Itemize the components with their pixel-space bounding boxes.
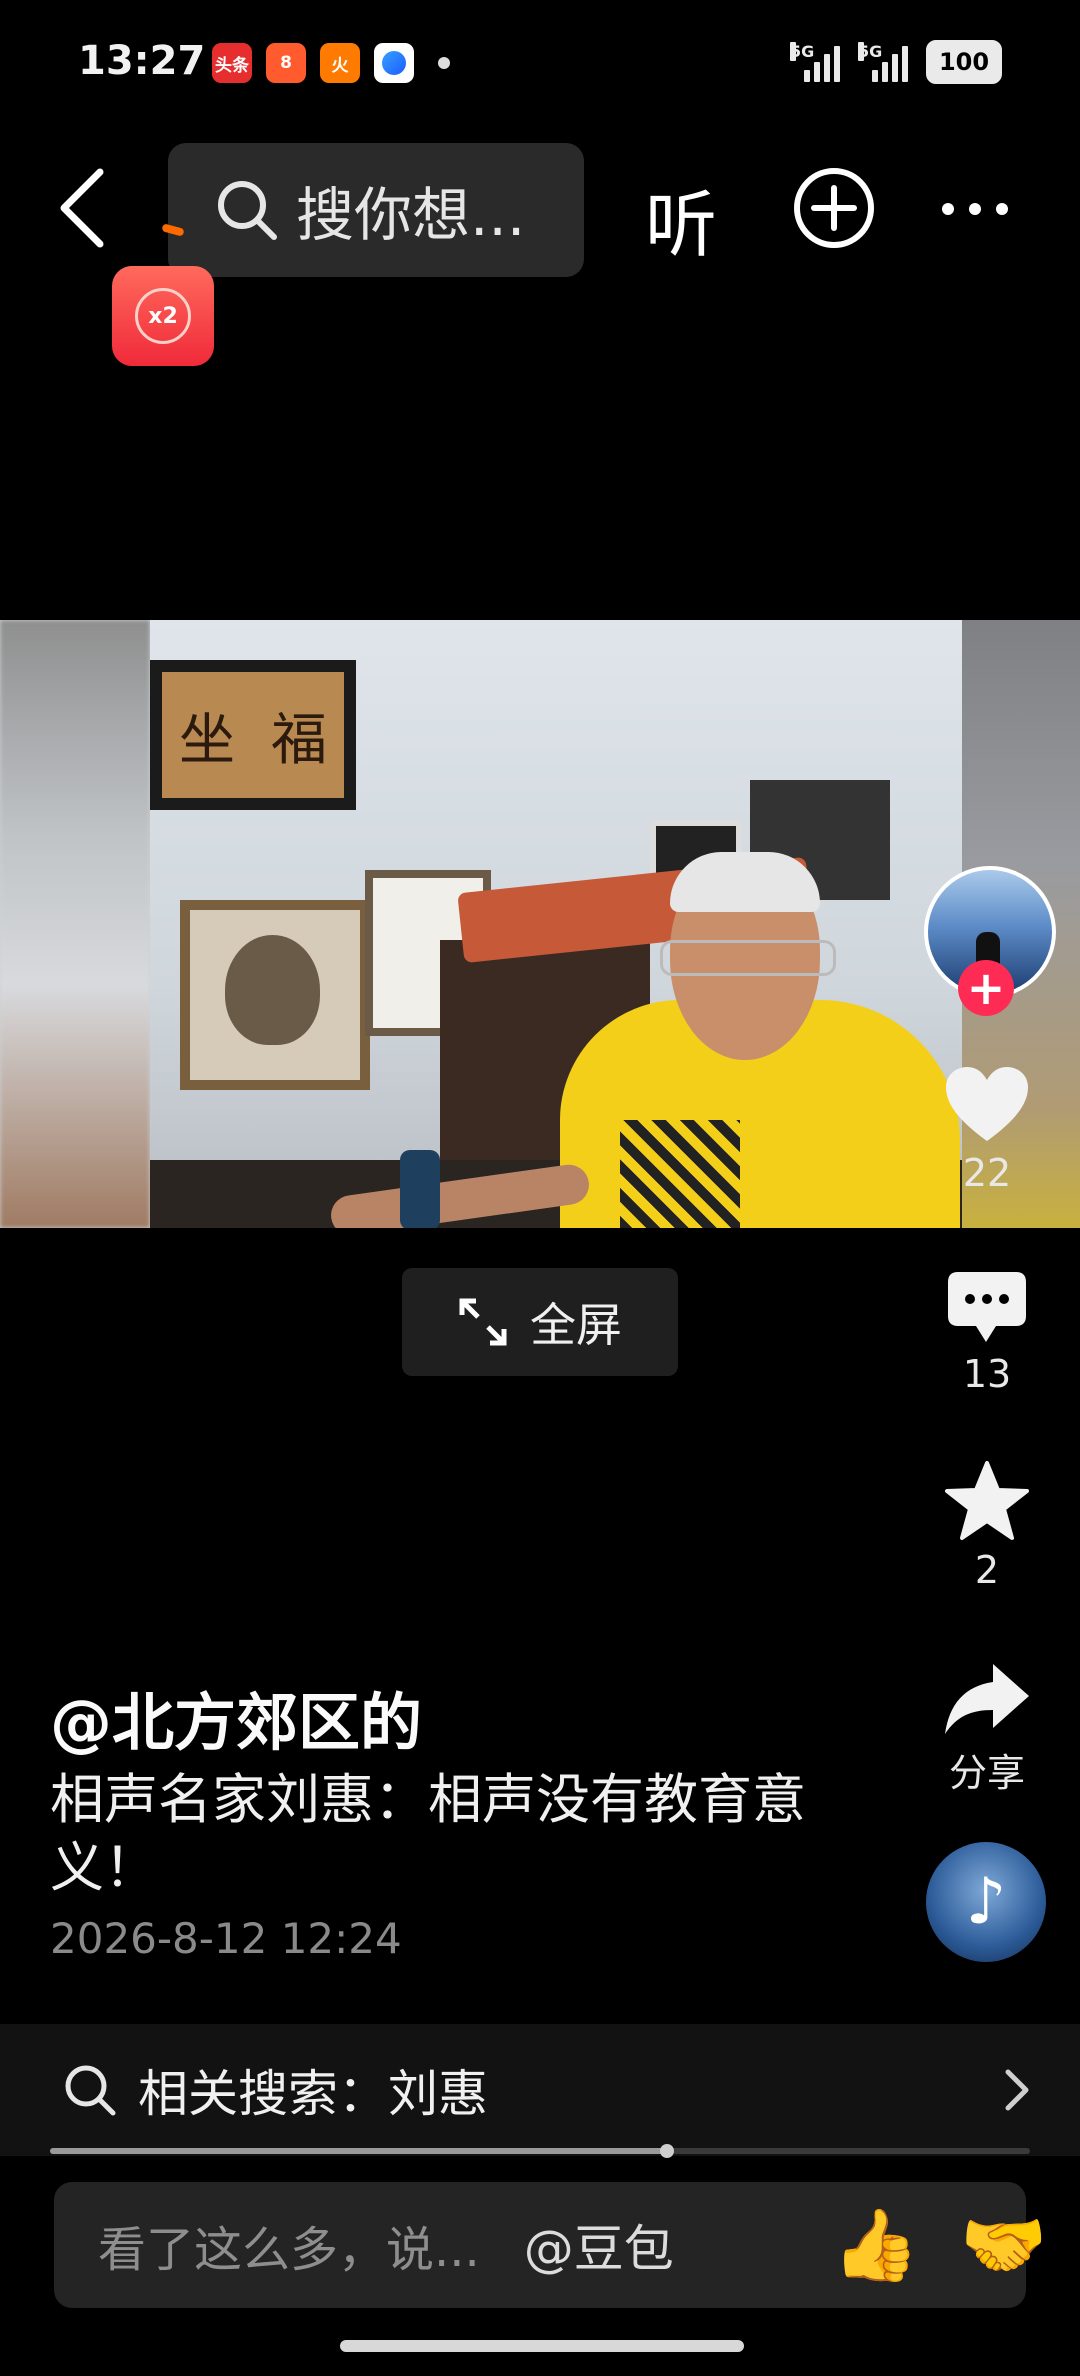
search-placeholder: 搜你想...	[296, 181, 526, 249]
plus-circle-icon	[794, 168, 874, 248]
glasses	[660, 940, 836, 976]
mention-doubao-button[interactable]: @豆包	[524, 2209, 674, 2281]
notification-icons: 头条 8 火	[212, 43, 450, 83]
more-icon	[942, 203, 1008, 215]
plaque-char: 福	[271, 707, 327, 773]
favorite-count: 2	[974, 1548, 1000, 1592]
comment-input-bar[interactable]: 看了这么多，说... @豆包 👍 🤝	[54, 2182, 1047, 2308]
fullscreen-label: 全屏	[530, 1298, 622, 1352]
follow-button[interactable]: +	[958, 960, 1014, 1016]
system-indicators: 5G 5G 100	[790, 40, 1002, 84]
shirt-pattern	[620, 1120, 740, 1228]
man-hair	[670, 852, 820, 912]
like-count: 22	[962, 1151, 1012, 1195]
app-notification-icon: 8	[266, 43, 306, 83]
video-description: 相声名家刘惠：相声没有教育意义！	[50, 1768, 806, 1899]
video-progress-fill	[50, 2148, 668, 2154]
handshake-emoji-button[interactable]: 🤝	[960, 2204, 1047, 2287]
like-button[interactable]: 22	[932, 1065, 1042, 1195]
more-notifications-dot	[438, 57, 450, 69]
signal-icon-1: 5G	[790, 42, 840, 82]
red-packet-button[interactable]: x2	[112, 266, 214, 366]
fire-app-icon: 火	[320, 43, 360, 83]
comment-count: 13	[962, 1352, 1012, 1396]
expand-icon	[459, 1298, 507, 1346]
post-date: 2026-8-12 12:24	[50, 1914, 402, 1963]
water-bottle	[400, 1150, 440, 1228]
back-arrow-icon	[60, 168, 104, 248]
plaque-char: 坐	[179, 707, 235, 773]
related-search-bar[interactable]: 相关搜索：刘惠	[0, 2024, 1080, 2156]
blue-app-icon	[374, 43, 414, 83]
comment-icon	[948, 1272, 1026, 1342]
video-player[interactable]: 坐 福	[0, 620, 1080, 1228]
toutiao-app-icon: 头条	[212, 43, 252, 83]
chevron-right-icon	[1005, 2069, 1029, 2111]
red-packet-label: x2	[135, 288, 191, 344]
share-button[interactable]: 分享	[932, 1660, 1042, 1797]
favorite-button[interactable]: 2	[932, 1460, 1042, 1592]
search-icon	[65, 2065, 116, 2116]
share-arrow-icon	[945, 1664, 1029, 1734]
battery-icon: 100	[926, 40, 1002, 84]
star-icon	[945, 1461, 1029, 1540]
search-bar[interactable]: 搜你想...	[168, 143, 584, 277]
related-search-label: 相关搜索：刘惠	[138, 2065, 488, 2123]
add-button[interactable]	[792, 166, 876, 250]
listen-button[interactable]: 听	[645, 166, 717, 271]
music-note-icon: ♪	[965, 1865, 1007, 1939]
author-name[interactable]: @北方郊区的	[50, 1672, 422, 1762]
comment-button[interactable]: 13	[932, 1270, 1042, 1396]
fullscreen-button[interactable]: 全屏	[402, 1268, 678, 1376]
heart-icon	[946, 1067, 1028, 1141]
video-blur-left	[0, 620, 150, 1228]
status-time: 13:27	[78, 38, 206, 84]
calligraphy-plaque: 坐 福	[150, 660, 356, 810]
more-button[interactable]	[940, 184, 1010, 234]
portrait-frame	[180, 900, 370, 1090]
video-frame: 坐 福	[150, 620, 962, 1228]
search-icon	[218, 181, 277, 240]
home-indicator[interactable]	[340, 2340, 744, 2352]
thumbs-up-emoji-button[interactable]: 👍	[832, 2204, 919, 2287]
comment-placeholder[interactable]: 看了这么多，说...	[98, 2210, 480, 2280]
music-disc[interactable]: ♪	[926, 1842, 1046, 1962]
signal-icon-2: 5G	[858, 42, 908, 82]
share-label: 分享	[948, 1751, 1025, 1795]
back-button[interactable]	[58, 168, 106, 248]
